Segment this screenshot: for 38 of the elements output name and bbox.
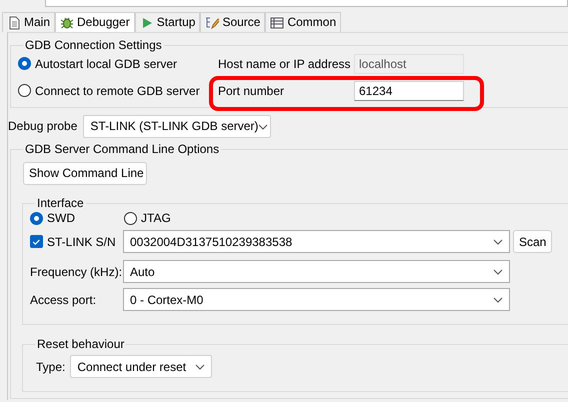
radio-option[interactable]: Connect to remote GDB server [18,84,218,98]
tab[interactable]: Common [265,12,342,32]
radio-option[interactable]: SWD [30,211,124,226]
caret-icon [493,238,503,245]
caret-icon [493,268,503,275]
check-icon [32,238,41,246]
field-label: Port number [218,84,286,98]
field-label: Frequency (kHz): [30,264,123,280]
show-command-line-button[interactable]: Show Command Line [23,162,147,185]
group-title: Interface [36,196,85,210]
field-label: Access port: [30,292,98,308]
tree-pencil-icon [205,16,220,30]
frequency-dropdown[interactable]: Auto [123,260,510,284]
group-title: GDB Server Command Line Options [24,142,220,156]
tab[interactable]: Startup [134,12,200,32]
bug-icon [60,16,74,30]
reset-type-dropdown[interactable]: Connect under reset [70,355,212,378]
table-icon [270,16,284,30]
document-icon [7,16,21,30]
group-title: GDB Connection Settings [24,38,163,52]
group-title: Reset behaviour [36,337,126,352]
radio-option[interactable]: Autostart local GDB server [18,56,218,72]
field-label: Type: [36,360,66,374]
field-label: Debug probe [8,119,78,134]
serial-dropdown[interactable]: 0032004D3137510239383538 [123,230,510,254]
tab[interactable]: Debugger [55,12,135,32]
access-port-dropdown[interactable]: 0 - Cortex-M0 [123,288,510,312]
text-field[interactable]: 61234 [354,81,464,101]
scan-button[interactable]: Scan [513,230,552,254]
caret-icon [493,296,503,303]
caret-icon [258,124,268,130]
field-label: Host name or IP address [218,56,352,72]
caret-icon [195,364,206,370]
tab[interactable]: Source [200,12,266,32]
radio-option[interactable]: JTAG [124,211,218,226]
checkbox[interactable]: ST-LINK S/N [30,234,123,250]
tab[interactable]: Main [2,12,56,32]
probe-dropdown[interactable]: ST-LINK (ST-LINK GDB server) [83,115,272,138]
